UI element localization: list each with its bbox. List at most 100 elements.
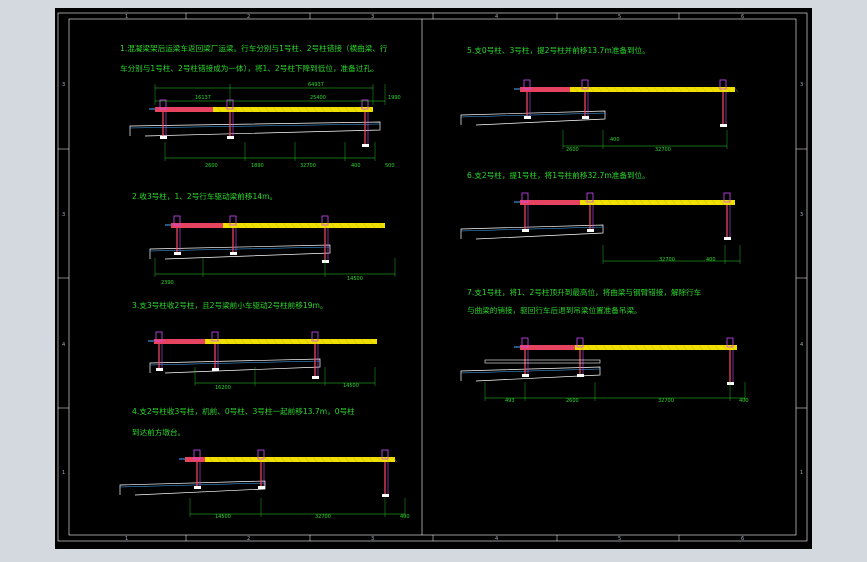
ref-bottom-1: 1 [125,536,128,542]
step-1-line-1: 1.混凝梁架后运梁车返回梁厂运梁。行车分别与1号柱、2号柱错接（横曲梁、行 [120,43,388,53]
dim-label: 32700 [659,257,675,263]
rear-girder [171,223,223,228]
dim-label: 493 [505,398,515,404]
ref-left-4: 1 [62,470,65,476]
dim-label: 32700 [658,398,674,404]
dim-label: 64937 [308,82,324,88]
ref-bottom-5: 5 [618,536,621,542]
ref-bottom-4: 4 [495,536,498,542]
dim-label: 32700 [300,163,316,169]
main-girder [570,87,735,92]
deck-surface [460,226,604,232]
ref-top-6: 6 [741,14,744,20]
ref-left-3: 4 [62,342,65,348]
dim-label: 32700 [315,514,331,520]
step-1-note: 1.混凝梁架后运梁车返回梁厂运梁。行车分别与1号柱、2号柱错接（横曲梁、行 车分… [120,43,388,73]
dim-label: 500 [385,163,395,169]
step-6-dims: 32700 400 [659,257,716,263]
step-4-dims: 14500 32700 400 [215,514,410,520]
step-4-figure [119,449,406,517]
dim-label: 16137 [195,95,211,101]
step-6-note: 6.支2号柱，提1号柱，将1号柱前移32.7m准备到位。 [467,170,650,180]
dim-label: 25400 [310,95,326,101]
step-4-line-2: 到达前方墩台。 [132,427,185,437]
step-3-figure [148,331,377,386]
zone-ticks [58,13,807,541]
pier-foot [522,229,529,232]
dim-label: 2600 [566,398,579,404]
step-5-line-1: 5.支0号柱、3号柱，提2号柱并前移13.7m准备到位。 [467,45,650,55]
pier-foot [582,116,589,119]
step-7-line-1: 7.支1号柱，将1、2号柱顶升到最高位，将曲梁与钢臂错接，解除行车 [467,287,702,297]
step-7-dims: 493 2600 32700 400 [505,398,749,404]
pier-foot [212,368,219,371]
pier-foot [382,494,389,497]
rear-girder [520,87,570,92]
cad-viewport[interactable]: 1 2 3 4 5 6 1 2 3 4 5 6 3 3 4 1 3 3 4 1 … [55,8,812,549]
outer-frame [57,12,808,542]
dim-label: 400 [706,257,716,263]
ref-left-2: 3 [62,212,65,218]
ref-bottom-2: 2 [247,536,250,542]
rear-girder [185,457,205,462]
pier-foot [720,124,727,127]
deck-beam [460,224,604,240]
pier-foot [174,252,181,255]
deck-surface [119,482,266,488]
pier-foot [258,486,265,489]
pier-foot [587,229,594,232]
step-4-line-1: 4.支2号柱收3号柱，机前、0号柱、3号柱一起前移13.7m，0号柱 [132,406,355,416]
pier-foot [194,486,201,489]
dim-label: 400 [351,163,361,169]
pier-foot [230,252,237,255]
dim-label: 400 [400,514,410,520]
pier-foot [724,237,731,240]
step-6-line-1: 6.支2号柱，提1号柱，将1号柱前移32.7m准备到位。 [467,170,650,180]
dim-label: 14500 [343,383,359,389]
ref-right-3: 4 [800,342,803,348]
step-2-figure [149,215,396,277]
step-6-figure [460,192,741,264]
main-girder [575,345,737,350]
ref-top-2: 2 [247,14,250,20]
dim-label: 2600 [566,147,579,153]
step-5-dims: 2600 400 32700 [566,137,671,153]
pier-foot [312,376,319,379]
border-refs: 1 2 3 4 5 6 1 2 3 4 5 6 3 3 4 1 3 3 4 1 [62,14,803,542]
ref-left-1: 3 [62,82,65,88]
dim-label: 16200 [215,385,231,391]
pier-foot [322,260,329,263]
dim-label: 14500 [215,514,231,520]
ref-top-5: 5 [618,14,621,20]
construction-diagram: 1 2 3 4 5 6 1 2 3 4 5 6 3 3 4 1 3 3 4 1 … [57,12,808,542]
main-girder [213,107,373,112]
ref-top-4: 4 [495,14,498,20]
deck-surface [149,360,321,366]
step-4-note: 4.支2号柱收3号柱，机前、0号柱、3号柱一起前移13.7m，0号柱 到达前方墩… [132,406,355,437]
pier-foot [227,136,234,139]
dim-label: 400 [739,398,749,404]
step-3-line-1: 3.支3号柱收2号柱，且2号梁前小车驱动2号柱前移19m。 [132,300,328,310]
deck-surface [460,368,601,374]
deck-beam [129,121,381,137]
pier-foot [362,144,369,147]
pier-foot [727,382,734,385]
step-5-note: 5.支0号柱、3号柱，提2号柱并前移13.7m准备到位。 [467,45,650,55]
step-1-figure [129,99,381,161]
step-2-note: 2.收3号柱，1、2号行车驱动梁前移14m。 [132,191,277,201]
step-2-line-1: 2.收3号柱，1、2号行车驱动梁前移14m。 [132,191,277,201]
ref-right-4: 1 [800,470,803,476]
rear-girder [155,107,213,112]
ref-top-3: 3 [371,14,374,20]
dim-label: 2600 [205,163,218,169]
inner-frame [68,18,797,536]
deck-beam [119,480,266,496]
dim-label: 1890 [251,163,264,169]
step-2-dims: 2390 14500 [161,276,363,286]
ref-right-1: 3 [800,82,803,88]
pier-foot [156,368,163,371]
ref-bottom-3: 3 [371,536,374,542]
pier-foot [160,136,167,139]
dim-label: 14500 [347,276,363,282]
step-3-note: 3.支3号柱收2号柱，且2号梁前小车驱动2号柱前移19m。 [132,300,328,310]
